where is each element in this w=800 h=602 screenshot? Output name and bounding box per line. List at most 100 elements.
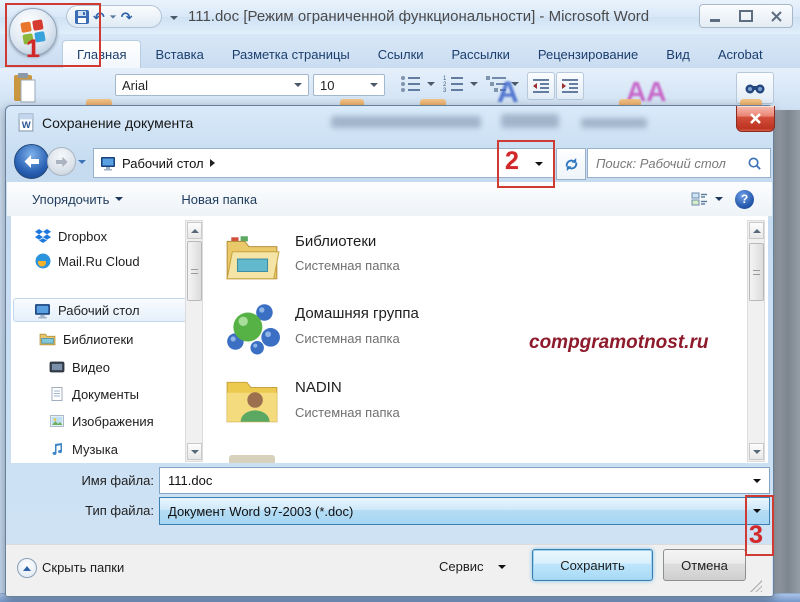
views-button[interactable] (691, 192, 723, 206)
videos-icon (49, 359, 65, 375)
sidebar-item-music[interactable]: Музыка (49, 438, 118, 460)
new-folder-button[interactable]: Новая папка (181, 192, 257, 207)
partial-next-item (229, 455, 275, 463)
address-location[interactable]: Рабочий стол (122, 156, 204, 171)
scroll-up-icon[interactable] (749, 222, 764, 239)
decrease-indent-button[interactable] (527, 72, 555, 100)
file-name-dropdown-icon[interactable] (753, 478, 761, 483)
hide-folders-button[interactable] (17, 558, 37, 578)
scrollbar-thumb[interactable] (749, 243, 764, 301)
scroll-down-icon[interactable] (749, 443, 764, 460)
file-icon-libraries[interactable] (223, 229, 281, 292)
file-icon-user-folder[interactable] (223, 372, 281, 435)
scroll-up-icon[interactable] (187, 222, 202, 239)
clipboard-paste-icon[interactable] (12, 72, 38, 109)
dropbox-icon (35, 228, 51, 244)
sidebar-scrollbar[interactable] (185, 220, 203, 462)
organize-dropdown-icon (115, 197, 124, 201)
file-name[interactable]: Библиотеки (295, 233, 376, 250)
sidebar-item-documents[interactable]: Документы (49, 383, 139, 405)
tab-acrobat[interactable]: Acrobat (704, 41, 777, 68)
ribbon-strip: Arial 10 123 А АА (0, 68, 800, 109)
documents-icon (49, 386, 65, 402)
scrollbar-thumb[interactable] (187, 241, 202, 301)
file-name[interactable]: NADIN (295, 379, 342, 396)
filelist-scrollbar[interactable] (747, 220, 765, 462)
cancel-label: Отмена (681, 557, 728, 573)
sidebar-label: Видео (72, 359, 110, 375)
undo-dropdown-icon[interactable] (109, 14, 116, 19)
back-button[interactable] (14, 144, 49, 179)
search-box[interactable]: Поиск: Рабочий стол (587, 148, 771, 178)
tab-vid[interactable]: Вид (652, 41, 704, 68)
recent-locations-icon[interactable] (78, 160, 86, 164)
sidebar-item-libraries[interactable]: Библиотеки (39, 328, 133, 350)
sidebar-item-pictures[interactable]: Изображения (49, 410, 154, 432)
search-icon[interactable] (747, 156, 762, 171)
tools-menu[interactable]: Сервис (439, 559, 506, 574)
file-name-input[interactable]: 111.doc (159, 467, 770, 494)
resize-grip[interactable] (750, 580, 762, 592)
sidebar-item-dropbox[interactable]: Dropbox (35, 225, 107, 247)
close-window-button[interactable] (761, 5, 792, 27)
annotation-number-1: 1 (26, 35, 40, 63)
sidebar-item-mailru-cloud[interactable]: Mail.Ru Cloud (35, 250, 140, 272)
breadcrumb-chevron-icon[interactable] (209, 159, 215, 167)
help-button[interactable]: ? (735, 189, 754, 209)
annotation-box-1 (5, 3, 101, 67)
sidebar-item-videos[interactable]: Видео (49, 356, 110, 378)
save-button[interactable]: Сохранить (532, 549, 653, 581)
organize-menu[interactable]: Упорядочить (32, 191, 124, 207)
tab-rassylki[interactable]: Рассылки (438, 41, 524, 68)
font-size-combo[interactable]: 10 (313, 74, 385, 96)
svg-text:W: W (22, 120, 31, 131)
cancel-button[interactable]: Отмена (663, 549, 746, 581)
screen: 111.doc [Режим ограниченной функциональн… (0, 0, 800, 602)
close-icon (750, 113, 761, 124)
increase-indent-button[interactable] (556, 72, 584, 100)
file-type: Системная папка (295, 258, 400, 273)
dialog-title: Сохранение документа (42, 115, 194, 131)
numbered-list-icon[interactable]: 123 (443, 75, 465, 98)
font-name-dropdown-icon (294, 83, 302, 87)
font-size-value: 10 (320, 77, 335, 93)
file-name-label: Имя файла: (81, 473, 154, 488)
annotation-number-3: 3 (749, 521, 763, 549)
back-arrow-icon (24, 155, 39, 168)
file-type: Системная папка (295, 405, 400, 420)
tab-vstavka[interactable]: Вставка (141, 41, 217, 68)
tab-recenzirovanie[interactable]: Рецензирование (524, 41, 652, 68)
watermark-text: compgramotnost.ru (529, 332, 709, 353)
sidebar-label: Рабочий стол (58, 302, 140, 318)
collapse-icon (23, 565, 31, 571)
minimize-button[interactable] (700, 5, 731, 27)
qat-customize-icon[interactable] (170, 16, 178, 20)
bullet-list-icon[interactable] (400, 75, 422, 98)
hide-folders-label[interactable]: Скрыть папки (42, 560, 124, 575)
dialog-close-button[interactable] (736, 106, 775, 132)
refresh-icon (565, 157, 577, 171)
tab-ssylki[interactable]: Ссылки (364, 41, 438, 68)
tools-label: Сервис (439, 559, 484, 574)
numbered-dropdown-icon[interactable] (470, 82, 478, 86)
address-bar[interactable]: Рабочий стол (93, 148, 554, 178)
user-folder-icon (226, 381, 278, 423)
file-icon-homegroup[interactable] (223, 298, 281, 361)
refresh-button[interactable] (556, 148, 586, 180)
bullet-dropdown-icon[interactable] (427, 82, 435, 86)
sidebar-item-desktop[interactable]: Рабочий стол (13, 298, 187, 322)
scroll-down-icon[interactable] (187, 443, 202, 460)
font-name-combo[interactable]: Arial (115, 74, 309, 96)
minimize-icon (710, 18, 721, 22)
organize-label: Упорядочить (32, 191, 110, 207)
forward-button[interactable] (47, 147, 76, 176)
word-document-edge (772, 110, 800, 602)
maximize-button[interactable] (731, 5, 762, 27)
file-type-combo[interactable]: Документ Word 97-2003 (*.doc) (159, 497, 770, 525)
tab-razmetka[interactable]: Разметка страницы (218, 41, 364, 68)
sidebar-label: Dropbox (58, 228, 108, 244)
file-name[interactable]: Домашняя группа (295, 305, 419, 322)
redo-icon[interactable]: ↷ (121, 10, 133, 24)
sidebar-label: Mail.Ru Cloud (58, 253, 140, 269)
blurred-ribbon-remnant (331, 116, 481, 128)
